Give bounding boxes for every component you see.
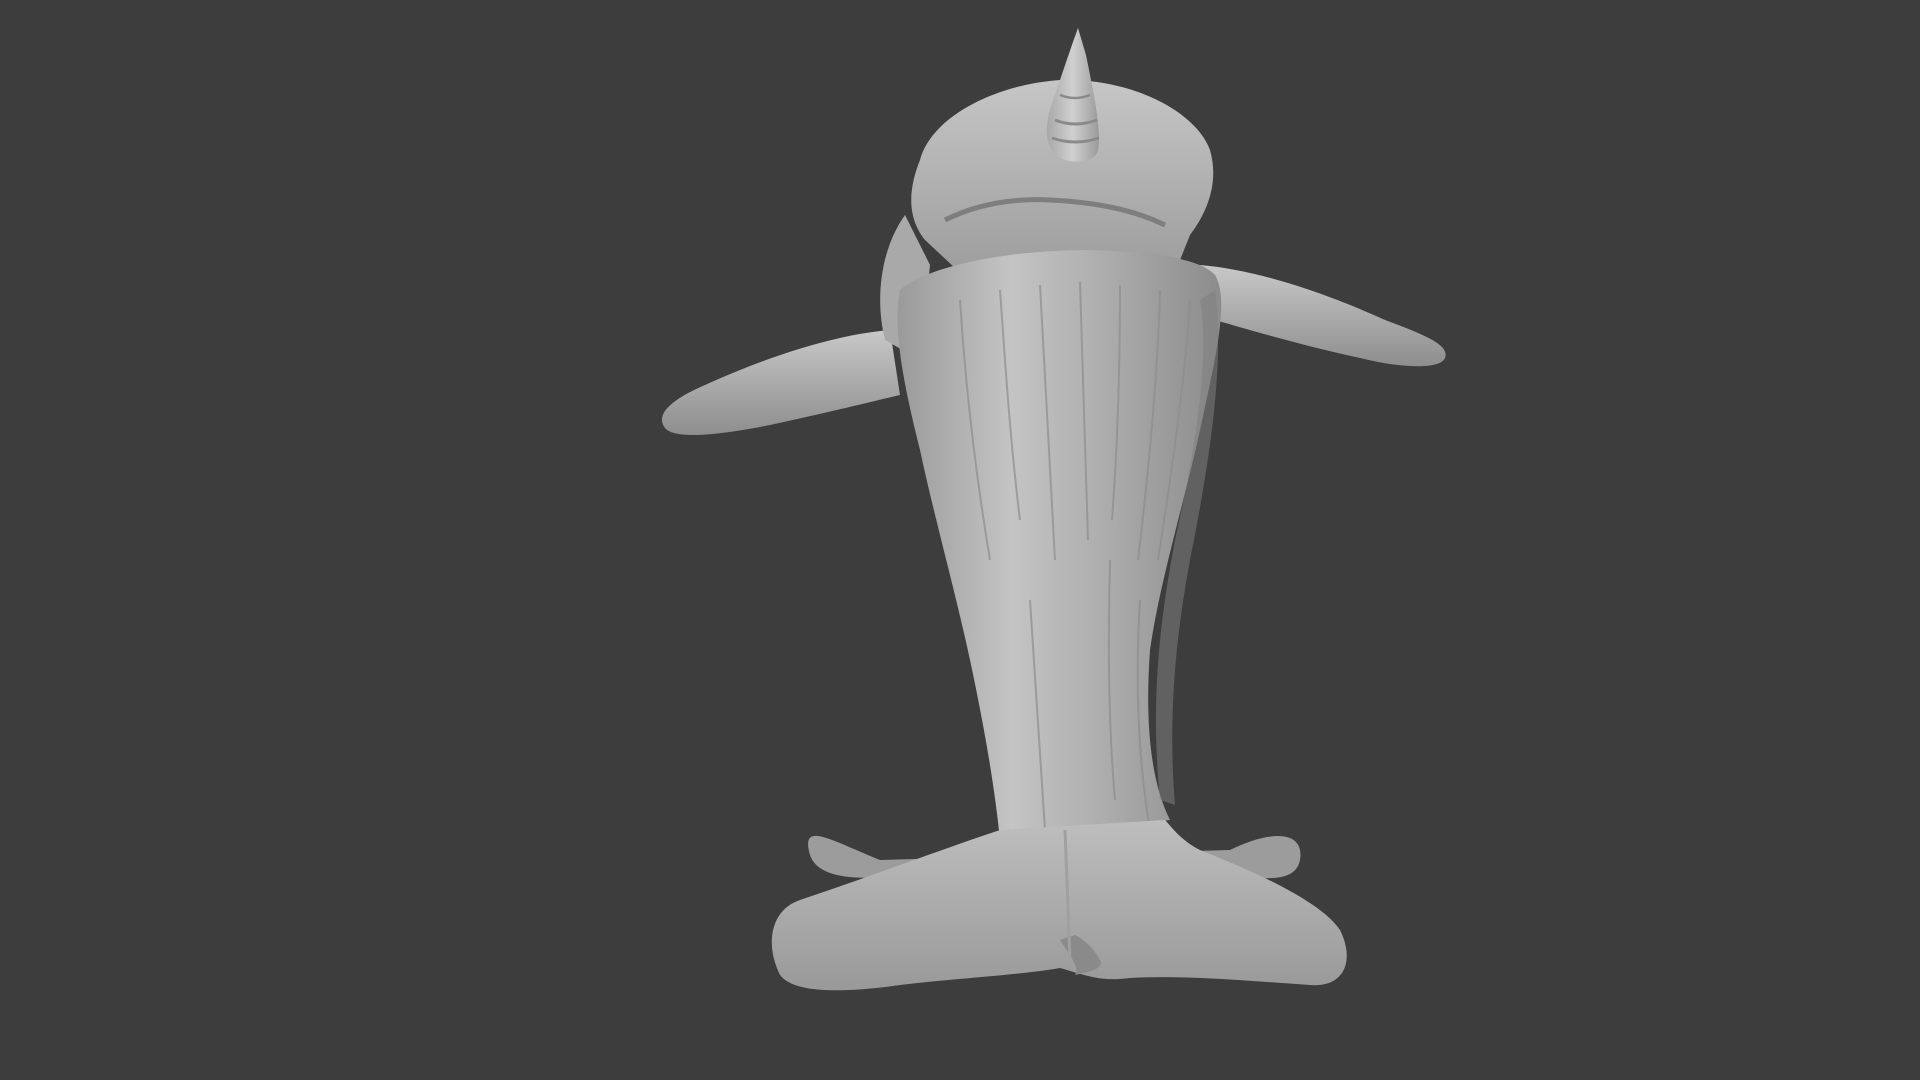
3d-viewport[interactable] [0, 0, 1920, 1080]
right-fin [1200, 265, 1446, 367]
body [897, 250, 1222, 840]
sculpted-mesh[interactable] [0, 0, 1920, 1080]
left-fin [661, 330, 900, 436]
